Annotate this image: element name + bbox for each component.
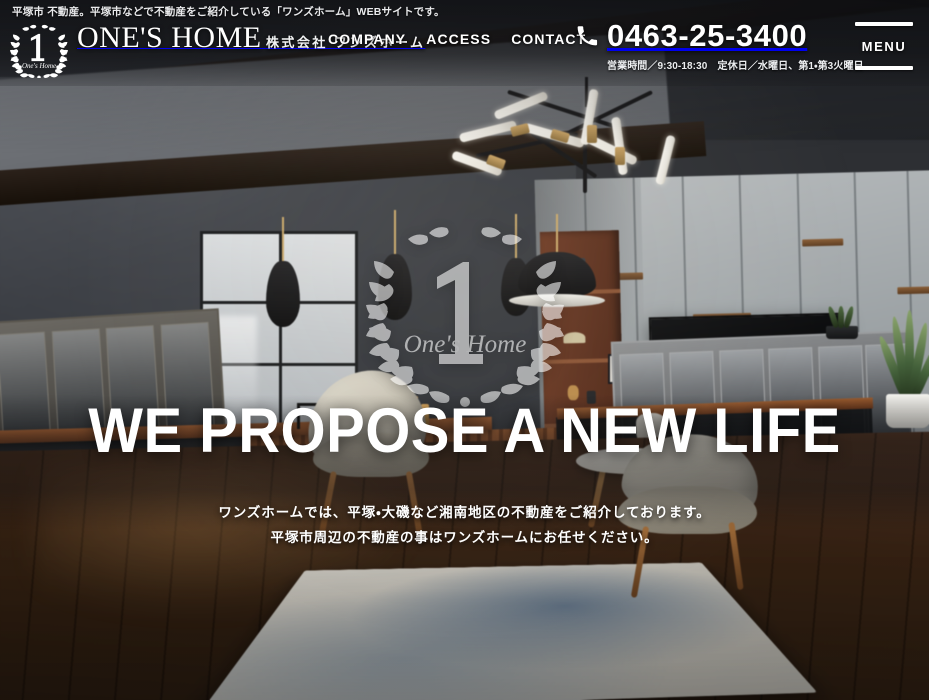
brand-logo-link[interactable]: One's Home ONE'S HOME 株式会社 ワンズホーム	[10, 20, 425, 78]
brand-name-en: ONE'S HOME	[77, 21, 262, 54]
potted-plant	[818, 305, 866, 339]
sputnik-chandelier	[450, 77, 715, 211]
hamburger-menu-button[interactable]: MENU	[853, 22, 915, 70]
site-header: 平塚市 不動産。平塚市などで不動産をご紹介している「ワンズホーム」WEBサイトで…	[0, 0, 929, 86]
menu-button-label: MENU	[861, 38, 907, 54]
hero-page: One's Home 平塚市 不動産。平塚市などで不動産をご紹介している「ワンズ…	[0, 0, 929, 700]
svg-text:One's Home: One's Home	[22, 62, 56, 70]
nav-item-access[interactable]: ACCESS	[426, 31, 491, 47]
hero-copy: WE PROPOSE A NEW LIFE ワンズホームでは、平塚・大磯など湘南…	[0, 400, 929, 551]
hero-background-photo	[0, 0, 929, 700]
header-contact-block: 0463-25-3400 営業時間／9:30-18:30 定休日／水曜日、第1・…	[576, 20, 864, 72]
hero-title: WE PROPOSE A NEW LIFE	[88, 396, 841, 466]
hero-subtitle: ワンズホームでは、平塚・大磯など湘南地区の不動産をご紹介しております。 平塚市周…	[0, 501, 929, 551]
primary-navigation: COMPANY ACCESS CONTACT	[328, 31, 586, 47]
hero-subtitle-line-2: 平塚市周辺の不動産の事はワンズホームにお任せください。	[270, 529, 659, 545]
phone-handset-icon	[577, 25, 598, 45]
business-hours: 営業時間／9:30-18:30 定休日／水曜日、第1・第3火曜日	[607, 61, 864, 72]
menu-bottom-bar-icon	[855, 66, 913, 70]
site-tagline: 平塚市 不動産。平塚市などで不動産をご紹介している「ワンズホーム」WEBサイトで…	[12, 6, 445, 18]
phone-number-link[interactable]: 0463-25-3400	[576, 20, 864, 51]
nav-item-company[interactable]: COMPANY	[328, 31, 406, 47]
phone-number: 0463-25-3400	[607, 18, 808, 53]
hero-subtitle-line-1: ワンズホームでは、平塚・大磯など湘南地区の不動産をご紹介しております。	[218, 505, 711, 520]
laurel-wreath-emblem-icon: One's Home	[10, 20, 68, 78]
menu-top-bar-icon	[855, 22, 913, 26]
